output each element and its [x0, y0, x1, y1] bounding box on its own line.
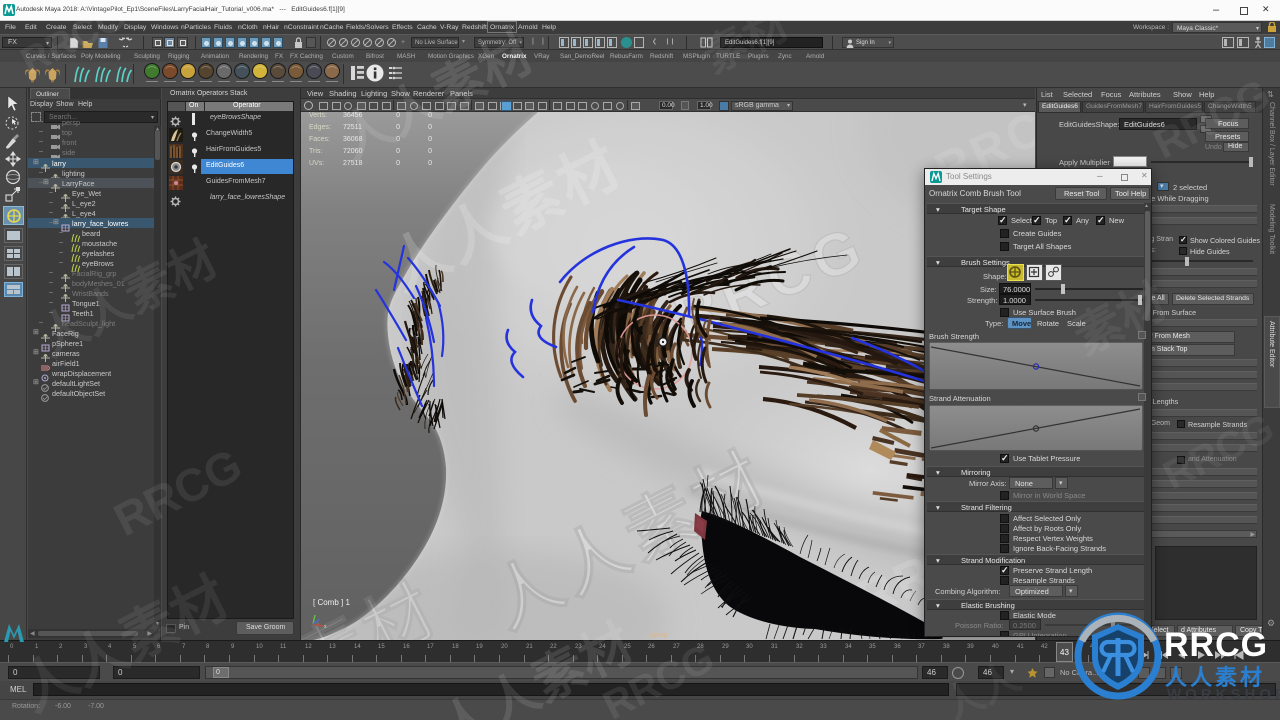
- svg-text:persp: persp: [650, 632, 668, 639]
- svg-text:0: 0: [396, 148, 400, 155]
- svg-text:Tris:: Tris:: [309, 148, 322, 155]
- svg-text:[ Comb ] 1: [ Comb ] 1: [313, 598, 350, 607]
- svg-text:0: 0: [396, 160, 400, 167]
- svg-text:0: 0: [428, 112, 432, 119]
- svg-text:0: 0: [428, 148, 432, 155]
- svg-text:Verts:: Verts:: [309, 112, 327, 119]
- svg-text:0: 0: [428, 136, 432, 143]
- svg-text:0: 0: [396, 112, 400, 119]
- svg-text:36068: 36068: [343, 136, 363, 143]
- svg-text:0: 0: [396, 124, 400, 131]
- svg-text:72060: 72060: [343, 148, 363, 155]
- svg-text:0: 0: [396, 136, 400, 143]
- svg-text:Edges:: Edges:: [309, 124, 331, 131]
- svg-text:0: 0: [428, 160, 432, 167]
- svg-text:72511: 72511: [343, 124, 362, 131]
- svg-text:27518: 27518: [343, 160, 363, 167]
- svg-text:UVs:: UVs:: [309, 160, 324, 167]
- svg-text:Faces:: Faces:: [309, 136, 330, 143]
- svg-text:36456: 36456: [343, 112, 363, 119]
- svg-text:0: 0: [428, 124, 432, 131]
